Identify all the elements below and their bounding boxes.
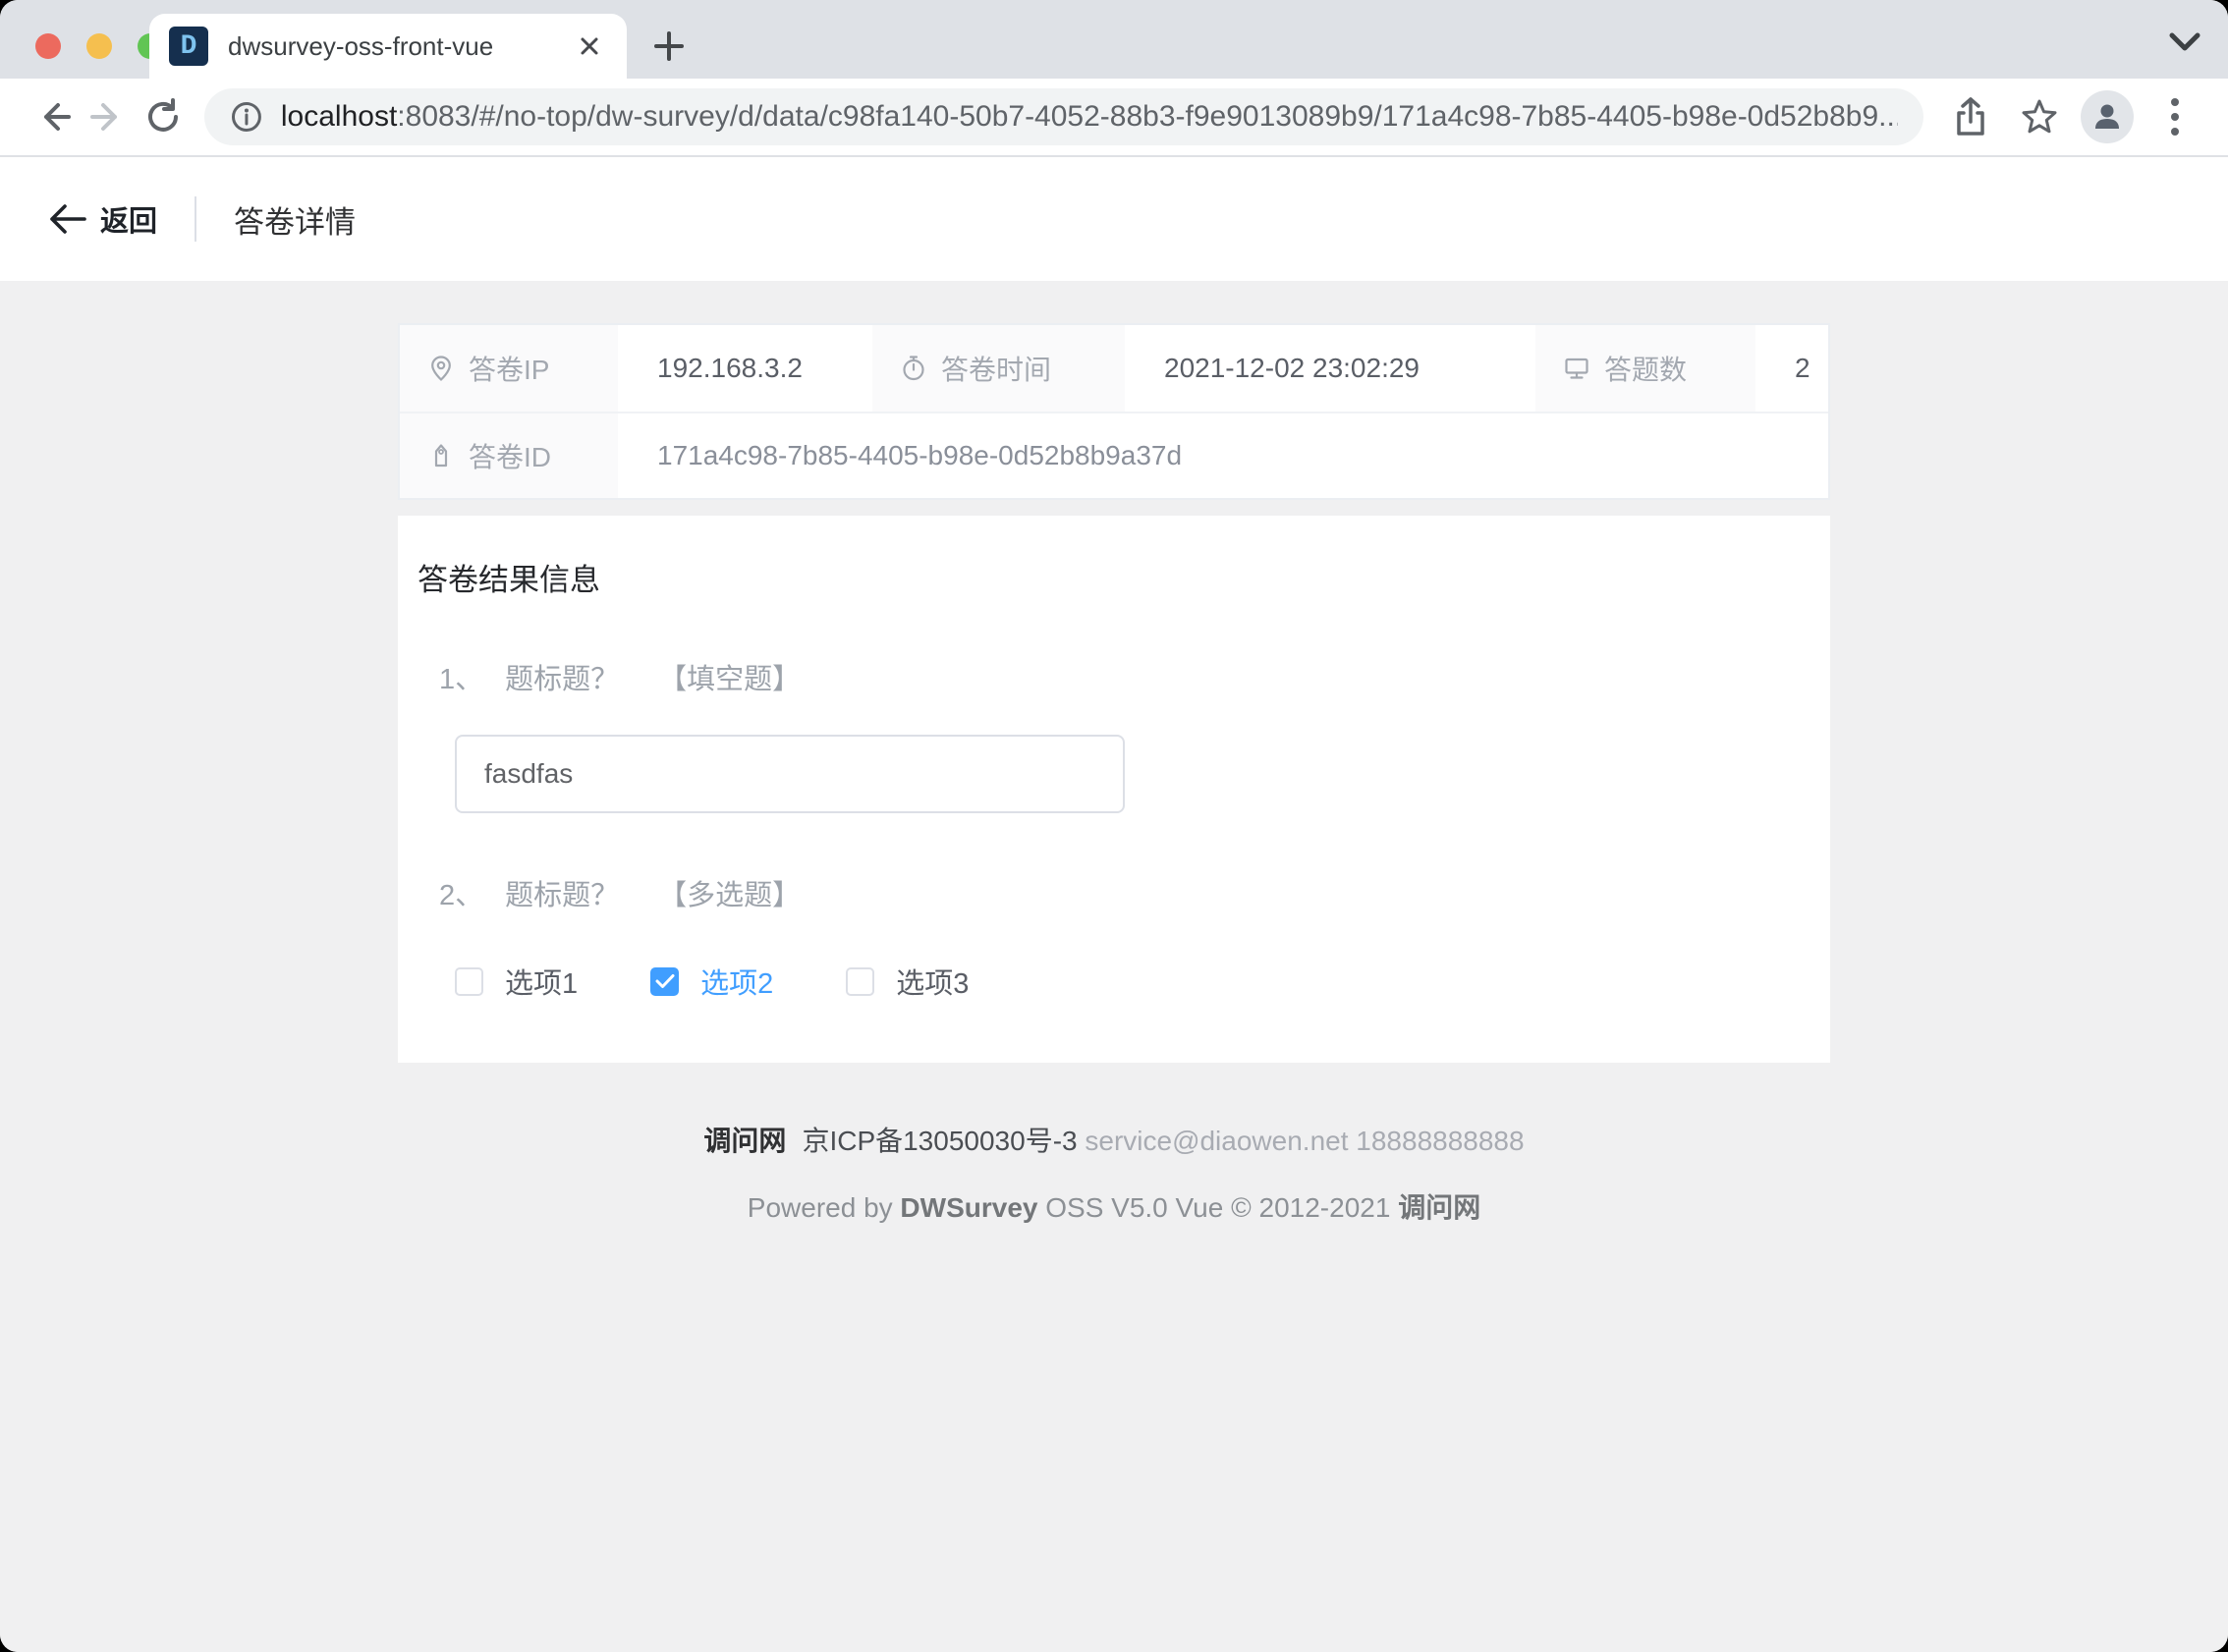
question-1-title: 1、 题标题？ 【填空题】 xyxy=(439,656,1830,697)
checkbox-checked-icon xyxy=(650,967,679,996)
footer-info-line: 调问网京ICP备13050030号-3 service@diaowen.net … xyxy=(398,1120,1830,1159)
tab-strip: D dwsurvey-oss-front-vue xyxy=(0,0,2228,79)
tab-search-chevron-icon[interactable] xyxy=(2167,31,2202,53)
timer-icon xyxy=(900,355,927,382)
monitor-icon xyxy=(1563,355,1590,382)
answer-count-label-cell: 答题数 xyxy=(1535,325,1755,412)
answer-ip-label-cell: 答卷IP xyxy=(400,325,618,412)
location-icon xyxy=(427,355,455,382)
checkbox-option-2[interactable]: 选项2 xyxy=(650,961,773,1002)
answer-id-label: 答卷ID xyxy=(469,436,551,475)
question-number: 2、 xyxy=(439,872,483,913)
checkbox-options-row: 选项1 选项2 选项3 xyxy=(455,961,1830,1002)
question-text: 题标题？ xyxy=(505,656,619,697)
question-type-tag: 【填空题】 xyxy=(658,656,801,697)
main-content: 答卷IP 192.168.3.2 答卷时间 2021-12-02 23:02:2… xyxy=(0,281,2228,1652)
section-title: 答卷结果信息 xyxy=(418,555,1830,599)
question-2-title: 2、 题标题？ 【多选题】 xyxy=(439,872,1830,913)
browser-window: D dwsurvey-oss-front-vue xyxy=(0,0,2228,1652)
footer-brand: 调问网 xyxy=(703,1126,786,1156)
footer-icp: 京ICP备13050030号-3 xyxy=(802,1126,1077,1156)
checkbox-label: 选项3 xyxy=(896,961,969,1002)
traffic-lights xyxy=(35,33,163,59)
powered-brand: DWSurvey xyxy=(900,1192,1037,1223)
new-tab-button[interactable] xyxy=(646,24,692,69)
footer-phone: 18888888888 xyxy=(1356,1126,1524,1156)
back-label: 返回 xyxy=(100,198,157,240)
browser-menu-icon[interactable] xyxy=(2147,89,2202,144)
favicon: D xyxy=(169,27,208,66)
address-bar[interactable]: localhost:8083/#/no-top/dw-survey/d/data… xyxy=(204,88,1923,145)
tag-icon xyxy=(427,442,455,469)
answer-id-label-cell: 答卷ID xyxy=(400,412,618,498)
checkbox-label: 选项2 xyxy=(700,961,773,1002)
minimize-window-button[interactable] xyxy=(86,33,112,59)
answer-time-label: 答卷时间 xyxy=(941,349,1051,388)
answer-ip-label: 答卷IP xyxy=(469,349,549,388)
browser-tab[interactable]: D dwsurvey-oss-front-vue xyxy=(149,14,627,79)
bookmark-star-icon[interactable] xyxy=(2012,89,2067,144)
page-footer: 调问网京ICP备13050030号-3 service@diaowen.net … xyxy=(398,1120,1830,1226)
powered-prefix: Powered by xyxy=(748,1192,901,1223)
url-path: :8083/#/no-top/dw-survey/d/data/c98fa140… xyxy=(397,100,1898,133)
page-info-icon[interactable] xyxy=(230,100,263,134)
back-button[interactable]: 返回 xyxy=(49,198,157,240)
browser-toolbar: localhost:8083/#/no-top/dw-survey/d/data… xyxy=(0,79,2228,157)
answer-time-value: 2021-12-02 23:02:29 xyxy=(1125,325,1535,412)
toolbar-actions xyxy=(1943,89,2202,144)
checkbox-label: 选项1 xyxy=(505,961,578,1002)
page-title: 答卷详情 xyxy=(234,197,356,242)
question-number: 1、 xyxy=(439,656,483,697)
footer-powered-line: Powered by DWSurvey OSS V5.0 Vue © 2012-… xyxy=(398,1186,1830,1226)
share-icon[interactable] xyxy=(1943,89,1998,144)
forward-icon[interactable] xyxy=(81,89,136,144)
reload-icon[interactable] xyxy=(136,89,191,144)
header-divider xyxy=(195,196,196,242)
checkbox-icon xyxy=(455,967,483,996)
answer-info-table: 答卷IP 192.168.3.2 答卷时间 2021-12-02 23:02:2… xyxy=(398,323,1830,500)
powered-site: 调问网 xyxy=(1398,1192,1480,1223)
answer-count-label: 答题数 xyxy=(1604,349,1687,388)
page-header: 返回 答卷详情 xyxy=(0,157,2228,281)
tab-title: dwsurvey-oss-front-vue xyxy=(228,31,572,62)
answer-time-label-cell: 答卷时间 xyxy=(872,325,1125,412)
answer-count-value: 2 xyxy=(1755,325,1828,412)
powered-middle: OSS V5.0 Vue © 2012-2021 xyxy=(1037,1192,1398,1223)
fill-blank-answer-input[interactable] xyxy=(455,735,1125,813)
answer-id-value: 171a4c98-7b85-4405-b98e-0d52b8b9a37d xyxy=(618,412,1828,498)
url-host: localhost xyxy=(281,100,397,133)
profile-avatar[interactable] xyxy=(2081,90,2134,143)
back-icon[interactable] xyxy=(26,89,81,144)
checkbox-option-3[interactable]: 选项3 xyxy=(846,961,969,1002)
tab-close-icon[interactable] xyxy=(572,28,607,64)
checkbox-option-1[interactable]: 选项1 xyxy=(455,961,578,1002)
footer-email[interactable]: service@diaowen.net xyxy=(1085,1126,1348,1156)
back-arrow-icon xyxy=(49,203,86,235)
checkbox-icon xyxy=(846,967,874,996)
close-window-button[interactable] xyxy=(35,33,61,59)
question-type-tag: 【多选题】 xyxy=(658,872,801,913)
answer-ip-value: 192.168.3.2 xyxy=(618,325,872,412)
question-text: 题标题？ xyxy=(505,872,619,913)
url-text[interactable]: localhost:8083/#/no-top/dw-survey/d/data… xyxy=(281,100,1898,134)
answer-result-card: 答卷结果信息 1、 题标题？ 【填空题】 2、 题标题？ 【多选题】 选项1 xyxy=(398,516,1830,1063)
